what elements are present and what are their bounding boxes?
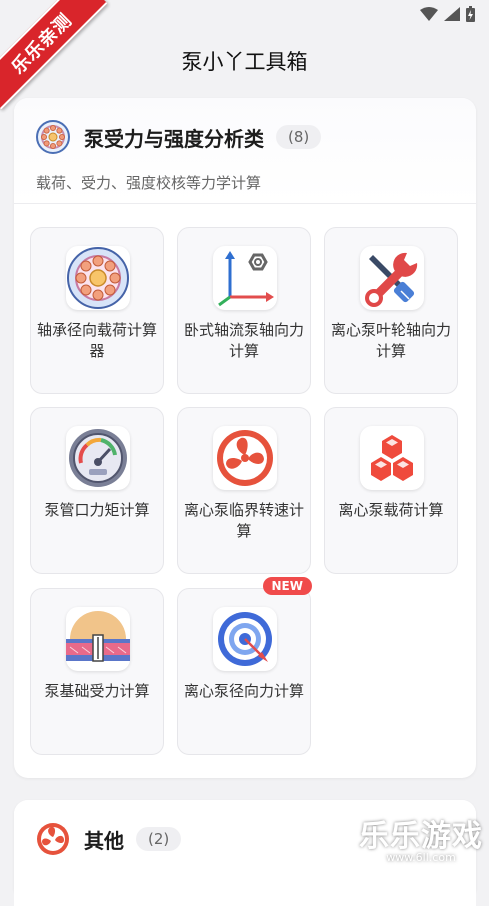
- cubes-icon: [360, 426, 424, 490]
- category-count-badge: (2): [136, 827, 182, 851]
- category-title: 泵受力与强度分析类: [84, 126, 264, 151]
- tool-label: 卧式轴流泵轴向力计算: [184, 321, 305, 360]
- bearing-icon: [36, 120, 70, 154]
- tool-card-impeller-axial-force[interactable]: 离心泵叶轮轴向力计算: [324, 227, 458, 394]
- tool-label: 离心泵载荷计算: [338, 501, 444, 519]
- tool-card-nozzle-moment[interactable]: 泵管口力矩计算: [30, 407, 164, 574]
- bearing-icon: [66, 246, 130, 310]
- tool-card-critical-speed[interactable]: 离心泵临界转速计算: [177, 407, 311, 574]
- tool-label: 离心泵径向力计算: [184, 682, 305, 700]
- wifi-icon: [420, 7, 438, 21]
- category-header[interactable]: 泵受力与强度分析类 (8) 载荷、受力、强度校核等力学计算: [14, 98, 476, 204]
- tool-card-load[interactable]: 离心泵载荷计算: [324, 407, 458, 574]
- tool-card-bearing-radial-load[interactable]: 轴承径向载荷计算器: [30, 227, 164, 394]
- new-badge: NEW: [262, 577, 312, 595]
- tool-card-foundation-force[interactable]: 泵基础受力计算: [30, 588, 164, 755]
- category-count-badge: (8): [276, 125, 322, 149]
- category-title: 其他: [84, 828, 124, 853]
- gauge-icon: [66, 426, 130, 490]
- tool-label: 泵管口力矩计算: [44, 501, 150, 519]
- tool-label: 离心泵临界转速计算: [184, 501, 305, 540]
- tool-label: 泵基础受力计算: [44, 682, 150, 700]
- fan-icon: [37, 823, 69, 855]
- target-icon: [213, 607, 277, 671]
- axes-bolt-icon: [213, 246, 277, 310]
- category-card-strength: 泵受力与强度分析类 (8) 载荷、受力、强度校核等力学计算 轴承径向载荷计算器 …: [14, 98, 476, 778]
- foundation-icon: [66, 607, 130, 671]
- category-description: 载荷、受力、强度校核等力学计算: [36, 174, 262, 192]
- tool-label: 轴承径向载荷计算器: [37, 321, 158, 360]
- signal-icon: [444, 7, 460, 21]
- tool-label: 离心泵叶轮轴向力计算: [331, 321, 452, 360]
- page-title: 泵小丫工具箱: [181, 50, 308, 74]
- status-icons: [420, 6, 475, 22]
- tool-card-axial-pump-axial-force[interactable]: 卧式轴流泵轴向力计算: [177, 227, 311, 394]
- battery-icon: [466, 6, 475, 22]
- watermark: 乐乐游戏 www.6ll.com: [359, 819, 483, 864]
- tool-card-radial-force[interactable]: 离心泵径向力计算 NEW: [177, 577, 312, 755]
- wrench-screwdriver-icon: [360, 246, 424, 310]
- watermark-logo: 乐乐游戏: [359, 819, 483, 854]
- fan-icon: [213, 426, 277, 490]
